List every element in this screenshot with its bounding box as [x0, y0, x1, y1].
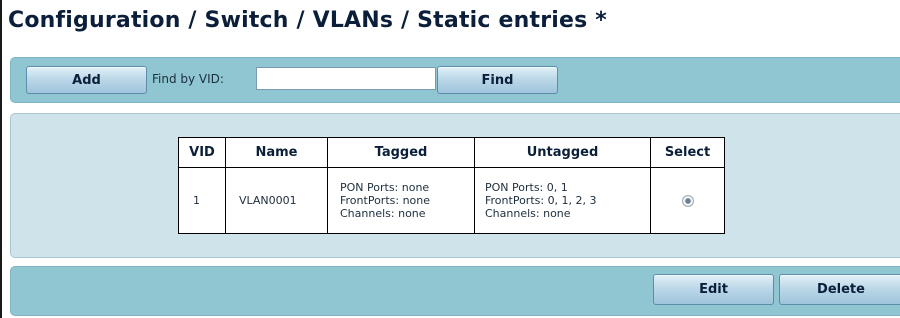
untagged-front-ports: FrontPorts: 0, 1, 2, 3 [485, 194, 597, 207]
untagged-pon-ports: PON Ports: 0, 1 [485, 181, 568, 194]
cell-name: VLAN0001 [225, 167, 328, 234]
actions-toolbar: Edit Delete [10, 266, 900, 316]
column-header-tagged: Tagged [327, 137, 475, 168]
add-button[interactable]: Add [26, 66, 147, 94]
column-header-untagged: Untagged [474, 137, 651, 168]
tagged-pon-ports: PON Ports: none [340, 181, 430, 194]
edit-button[interactable]: Edit [653, 274, 774, 305]
column-header-vid: VID [178, 137, 226, 168]
tagged-channels: Channels: none [340, 207, 426, 220]
table-header-row: VID Name Tagged Untagged Select [178, 137, 725, 168]
cell-untagged: PON Ports: 0, 1 FrontPorts: 0, 1, 2, 3 C… [474, 167, 651, 234]
cell-tagged: PON Ports: none FrontPorts: none Channel… [327, 167, 475, 234]
page-title: Configuration / Switch / VLANs / Static … [8, 8, 607, 33]
vlan-table: VID Name Tagged Untagged Select 1 VLAN00… [178, 137, 725, 234]
page: Configuration / Switch / VLANs / Static … [0, 0, 900, 318]
search-toolbar: Add Find by VID: Find [10, 57, 900, 103]
tagged-front-ports: FrontPorts: none [340, 194, 431, 207]
table-row[interactable]: 1 VLAN0001 PON Ports: none FrontPorts: n… [178, 167, 725, 234]
untagged-channels: Channels: none [485, 207, 571, 220]
vlan-table-panel: VID Name Tagged Untagged Select 1 VLAN00… [10, 113, 900, 258]
find-by-vid-label: Find by VID: [152, 72, 224, 86]
column-header-select: Select [650, 137, 725, 168]
delete-button[interactable]: Delete [779, 274, 900, 305]
select-radio[interactable] [681, 195, 694, 207]
find-by-vid-input[interactable] [256, 67, 436, 90]
column-header-name: Name [225, 137, 328, 168]
cell-vid: 1 [178, 167, 226, 234]
cell-select [650, 167, 725, 234]
find-button[interactable]: Find [437, 66, 558, 94]
